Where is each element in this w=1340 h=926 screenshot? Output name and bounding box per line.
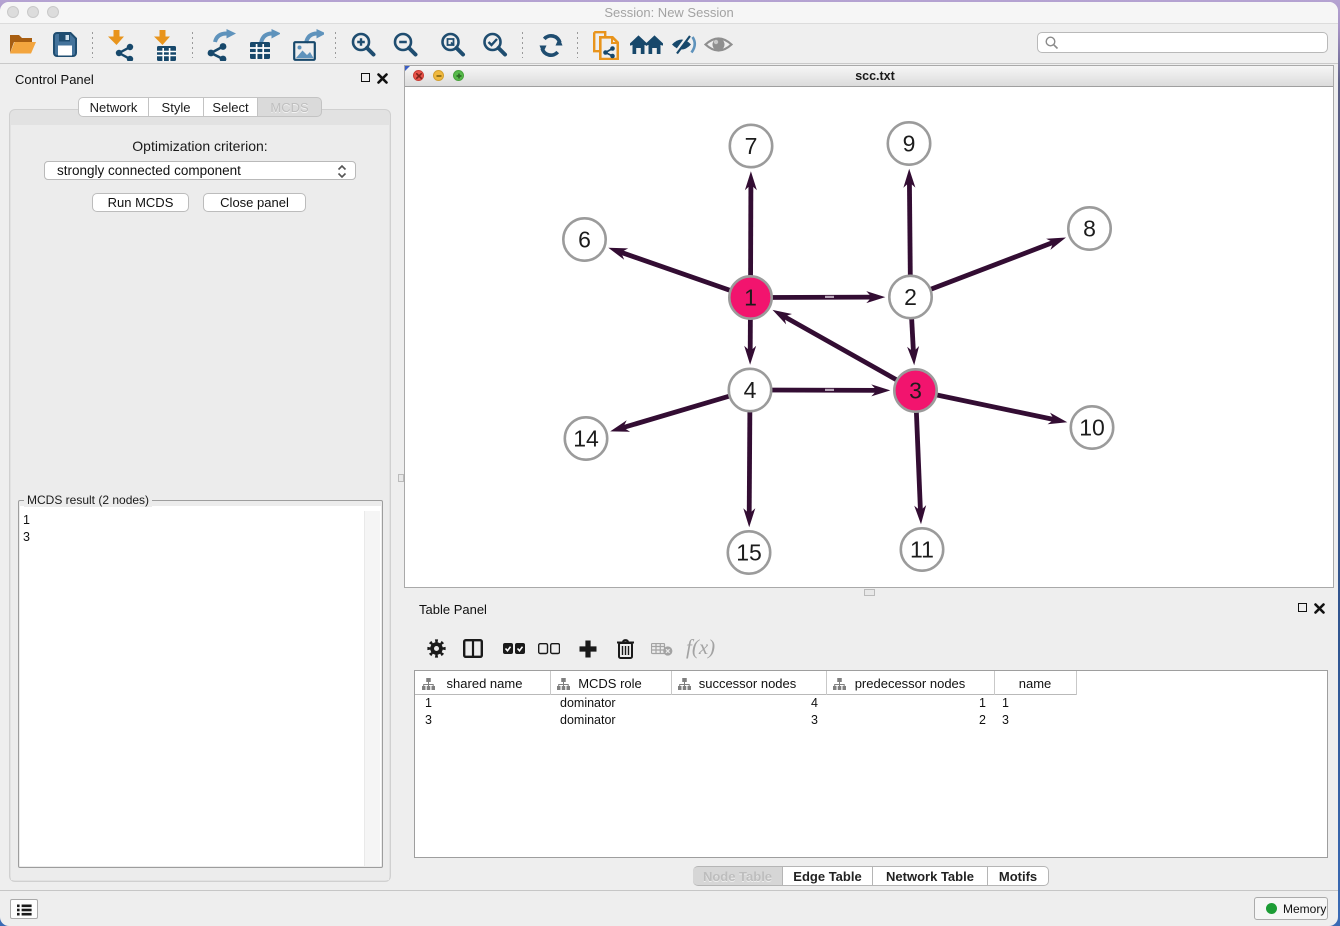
svg-text:2: 2 <box>904 284 917 310</box>
svg-text:3: 3 <box>909 378 922 404</box>
svg-text:9: 9 <box>903 131 916 157</box>
svg-text:14: 14 <box>573 426 599 452</box>
svg-text:1: 1 <box>744 285 757 311</box>
svg-text:4: 4 <box>744 377 757 403</box>
svg-text:11: 11 <box>910 537 934 563</box>
svg-text:10: 10 <box>1079 415 1105 441</box>
svg-text:7: 7 <box>745 133 758 159</box>
svg-text:6: 6 <box>578 227 591 253</box>
svg-text:8: 8 <box>1083 216 1096 242</box>
svg-text:15: 15 <box>736 540 762 566</box>
